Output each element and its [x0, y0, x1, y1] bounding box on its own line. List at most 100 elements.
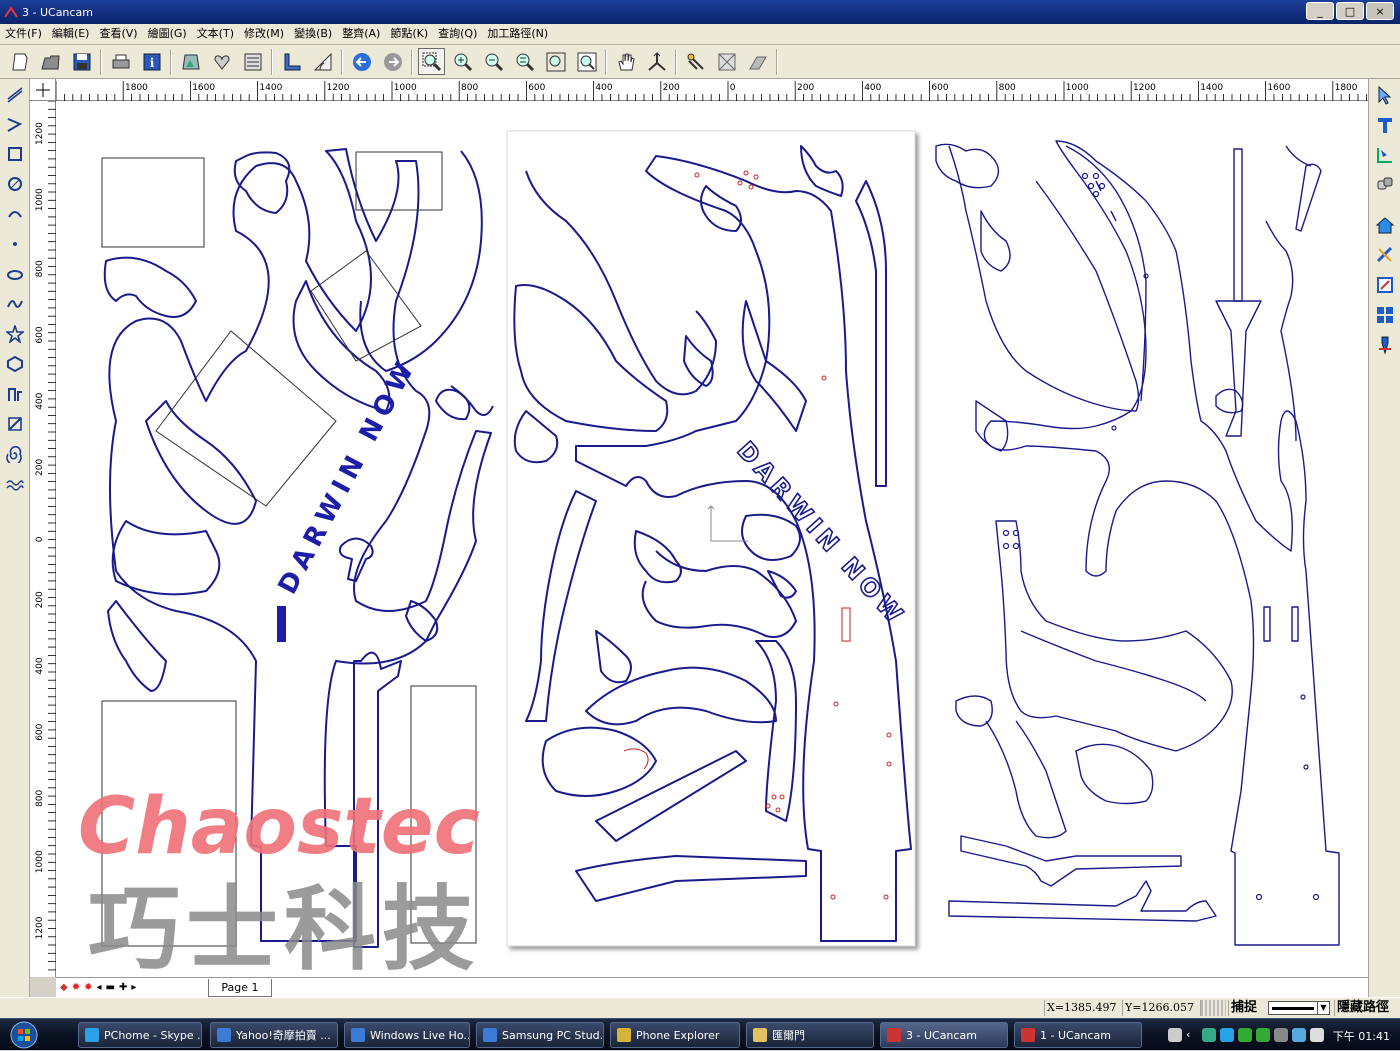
menu-text[interactable]: 文本(T): [192, 24, 239, 44]
zoom-all-button[interactable]: [542, 48, 569, 75]
redo-button[interactable]: [379, 48, 406, 75]
sync-icon[interactable]: [1292, 1028, 1306, 1042]
menu-align[interactable]: 整齊(A): [337, 24, 385, 44]
zoom-previous-button[interactable]: [511, 48, 538, 75]
speaker-icon[interactable]: [1274, 1028, 1288, 1042]
page-remove-button[interactable]: ▬: [106, 982, 115, 993]
menu-transform[interactable]: 變換(B): [289, 24, 337, 44]
layers-button[interactable]: [239, 48, 266, 75]
home-view-tool[interactable]: [1373, 213, 1397, 237]
drawing-canvas[interactable]: DARWIN NOW DARWIN NOW Chaostec 巧士科技: [56, 101, 1368, 977]
horizontal-ruler[interactable]: 1800 1600 1400 1200 1000 800 600 400 200 0 200 400 6…: [55, 79, 1368, 101]
status-green-icon[interactable]: [1256, 1028, 1270, 1042]
task-folder[interactable]: 匯爾門: [746, 1022, 874, 1048]
close-button[interactable]: ×: [1366, 2, 1394, 20]
panel-right-holes[interactable]: [1002, 172, 1320, 901]
keyboard-icon[interactable]: [1168, 1028, 1182, 1042]
line-tool[interactable]: [4, 83, 26, 105]
pan-button[interactable]: [612, 48, 639, 75]
dimension-button[interactable]: [309, 48, 336, 75]
task-ucancam-3[interactable]: 3 - UCancam: [880, 1022, 1008, 1048]
transform-tool[interactable]: [1373, 273, 1397, 297]
task-windows-live[interactable]: Windows Live Ho...: [344, 1022, 470, 1048]
offset-tool[interactable]: [4, 383, 26, 405]
restore-button[interactable]: □: [1336, 2, 1364, 20]
polygon-tool[interactable]: [4, 353, 26, 375]
skype-tray-icon[interactable]: [1220, 1028, 1234, 1042]
open-file-button[interactable]: [37, 48, 64, 75]
simulate-button[interactable]: [744, 48, 771, 75]
page-add-button[interactable]: ✚: [119, 982, 127, 993]
grid-toggle[interactable]: [1200, 1000, 1226, 1016]
menu-draw[interactable]: 繪圖(G): [143, 24, 192, 44]
arc-tool[interactable]: [4, 203, 26, 225]
ruler-label: 400: [595, 83, 612, 93]
tool-bit-tool[interactable]: [1373, 333, 1397, 357]
snap-toggle[interactable]: 捕捉: [1228, 1000, 1264, 1016]
array-tool[interactable]: [1373, 303, 1397, 327]
page-next-button[interactable]: ▸: [131, 982, 136, 993]
status-green-icon[interactable]: [1238, 1028, 1252, 1042]
display-icon[interactable]: [1310, 1028, 1324, 1042]
spiral-tool[interactable]: [4, 443, 26, 465]
info-button[interactable]: i: [138, 48, 165, 75]
layer-color-icon[interactable]: ◆: [60, 982, 68, 993]
task-ucancam-1[interactable]: 1 - UCancam: [1014, 1022, 1142, 1048]
sun-red-icon[interactable]: ✹: [72, 982, 80, 993]
star-tool[interactable]: [4, 323, 26, 345]
task-yahoo[interactable]: Yahoo!奇摩拍賣 ...: [210, 1022, 338, 1048]
group-tool[interactable]: [1373, 173, 1397, 197]
menu-toolpath[interactable]: 加工路徑(N): [482, 24, 553, 44]
page-tab[interactable]: Page 1: [208, 978, 272, 997]
zoom-out-button[interactable]: [480, 48, 507, 75]
measure-button[interactable]: [278, 48, 305, 75]
import-button[interactable]: [177, 48, 204, 75]
menu-node[interactable]: 節點(K): [385, 24, 433, 44]
node-edit-tool[interactable]: [1373, 143, 1397, 167]
3d-view-button[interactable]: [643, 48, 670, 75]
menu-view[interactable]: 查看(V): [94, 24, 142, 44]
menu-edit[interactable]: 編輯(E): [47, 24, 95, 44]
task-samsung-pc-studio[interactable]: Samsung PC Stud...: [476, 1022, 604, 1048]
minimize-button[interactable]: _: [1306, 2, 1334, 20]
chevron-down-icon: ▼: [1317, 1002, 1329, 1014]
print-button[interactable]: [107, 48, 134, 75]
line-width-select[interactable]: ▼: [1268, 1001, 1330, 1015]
panel-right-tree[interactable]: [935, 140, 1340, 946]
cut-path-tool[interactable]: [1373, 243, 1397, 267]
undo-button[interactable]: [348, 48, 375, 75]
rectangle-tool[interactable]: [4, 143, 26, 165]
node-edit-icon: [1377, 148, 1392, 163]
text-tool[interactable]: [1373, 113, 1397, 137]
svg-text:i: i: [149, 56, 154, 70]
page-first-button[interactable]: ◂: [96, 982, 101, 993]
start-button[interactable]: [4, 1020, 44, 1050]
sun-red-icon[interactable]: ✹: [84, 982, 92, 993]
vertical-ruler[interactable]: 1200 1000 800 600 400 200 0 200 400 600 800 1000 120…: [30, 100, 56, 977]
nesting-button[interactable]: [713, 48, 740, 75]
curve-tool[interactable]: [4, 293, 26, 315]
menu-file[interactable]: 文件(F): [0, 24, 47, 44]
task-phone-explorer[interactable]: Phone Explorer: [610, 1022, 740, 1048]
task-skype[interactable]: PChome - Skype ...: [78, 1022, 202, 1048]
circle-tool[interactable]: [4, 173, 26, 195]
ellipse-tool[interactable]: [4, 263, 26, 285]
network-icon[interactable]: [1202, 1028, 1216, 1042]
zoom-in-button[interactable]: [449, 48, 476, 75]
vectorize-button[interactable]: [208, 48, 235, 75]
fillet-tool[interactable]: [4, 413, 26, 435]
point-tool[interactable]: [4, 233, 26, 255]
wave-tool[interactable]: [4, 473, 26, 495]
hide-path-toggle[interactable]: 隱藏路徑: [1334, 1000, 1398, 1016]
x-coordinate: X=1385.497: [1044, 1000, 1120, 1016]
toolpath-button[interactable]: [682, 48, 709, 75]
polyline-tool[interactable]: [4, 113, 26, 135]
zoom-page-button[interactable]: [573, 48, 600, 75]
save-button[interactable]: [68, 48, 95, 75]
zoom-window-button[interactable]: [418, 48, 445, 75]
new-file-button[interactable]: [6, 48, 33, 75]
chevron-left-icon[interactable]: ‹: [1186, 1028, 1200, 1042]
menu-modify[interactable]: 修改(M): [239, 24, 289, 44]
menu-query[interactable]: 查詢(Q): [433, 24, 482, 44]
select-tool[interactable]: [1373, 83, 1397, 107]
